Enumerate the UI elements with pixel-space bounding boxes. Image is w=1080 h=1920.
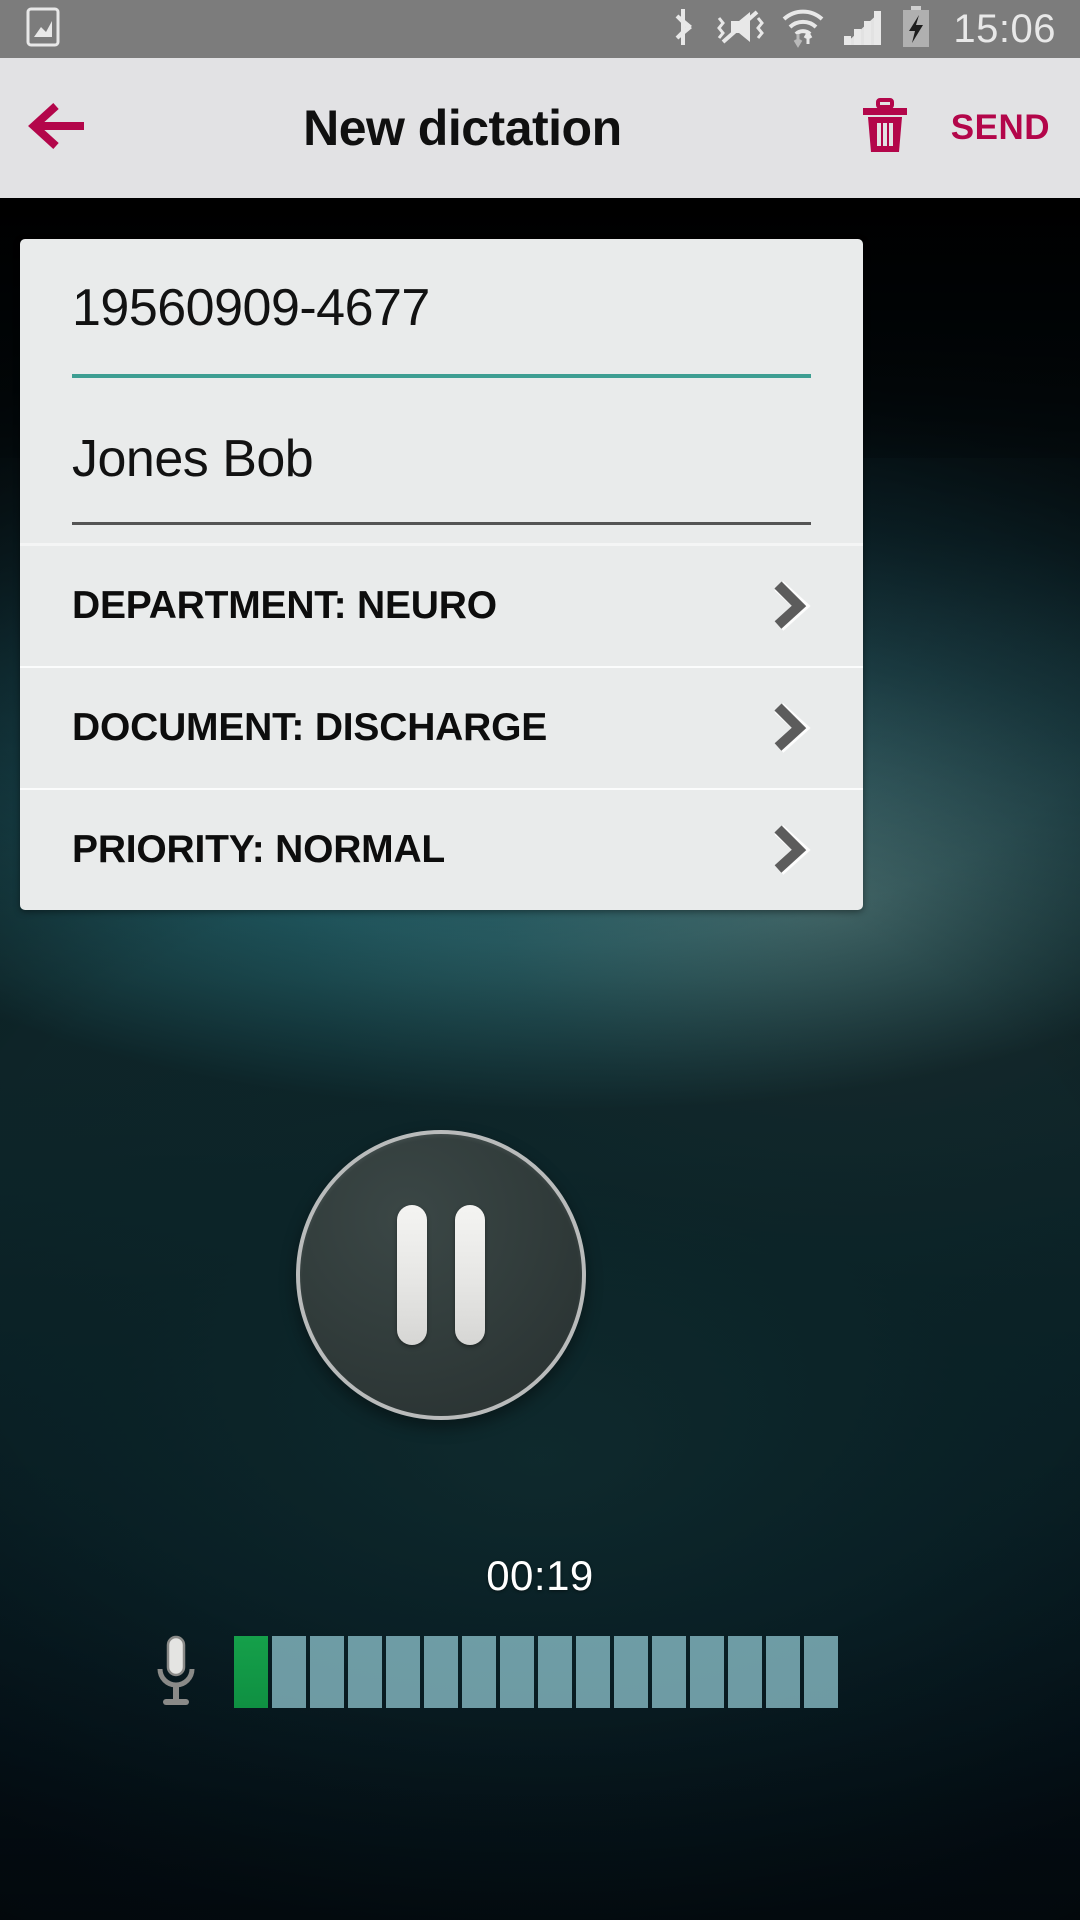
meter-segment	[728, 1636, 762, 1708]
signal-icon	[841, 6, 885, 53]
pause-icon-bar-left	[397, 1205, 427, 1345]
microphone-icon	[150, 1633, 202, 1711]
wifi-icon	[780, 6, 826, 53]
app-screen: 15:06 New dictation SEND 19560909-4677 J…	[0, 0, 1080, 1920]
row-department[interactable]: DEPARTMENT: NEURO	[20, 546, 863, 666]
row-department-label: DEPARTMENT: NEURO	[72, 584, 497, 628]
meter-segment	[576, 1636, 610, 1708]
battery-charging-icon	[900, 5, 932, 54]
send-button[interactable]: SEND	[937, 108, 1080, 148]
meter-segment	[614, 1636, 648, 1708]
patient-id-field[interactable]: 19560909-4677	[20, 239, 863, 396]
meter-segment	[690, 1636, 724, 1708]
status-bar: 15:06	[0, 0, 1080, 58]
chevron-right-icon	[767, 702, 811, 754]
row-document-label: DOCUMENT: DISCHARGE	[72, 706, 548, 750]
patient-name-field[interactable]: Jones Bob	[20, 396, 863, 544]
arrow-back-icon	[28, 98, 90, 159]
page-title: New dictation	[303, 100, 622, 156]
meter-segment	[310, 1636, 344, 1708]
row-priority-label: PRIORITY: NORMAL	[72, 828, 446, 872]
row-priority[interactable]: PRIORITY: NORMAL	[20, 790, 863, 910]
audio-level-meter	[234, 1636, 838, 1708]
meter-segment	[538, 1636, 572, 1708]
meter-segment	[500, 1636, 534, 1708]
meter-segment	[652, 1636, 686, 1708]
bluetooth-icon	[668, 6, 698, 53]
meter-segment	[462, 1636, 496, 1708]
patient-name-value[interactable]: Jones Bob	[72, 396, 811, 523]
screenshot-icon	[26, 7, 60, 52]
status-bar-left	[0, 7, 60, 52]
record-pause-button[interactable]	[296, 1130, 586, 1420]
action-bar: New dictation SEND	[0, 58, 1080, 198]
trash-icon	[859, 97, 911, 160]
status-bar-clock: 15:06	[953, 6, 1056, 51]
meter-segment	[386, 1636, 420, 1708]
pause-icon-bar-right	[455, 1205, 485, 1345]
meter-segment	[804, 1636, 838, 1708]
meter-segment	[766, 1636, 800, 1708]
audio-level-meter-row	[0, 1633, 1080, 1711]
chevron-right-icon	[767, 824, 811, 876]
delete-button[interactable]	[833, 58, 937, 198]
elapsed-time: 00:19	[486, 1552, 594, 1599]
meter-segment	[348, 1636, 382, 1708]
row-document[interactable]: DOCUMENT: DISCHARGE	[20, 668, 863, 788]
silent-vibrate-icon	[713, 6, 765, 53]
dictation-form-card: 19560909-4677 Jones Bob DEPARTMENT: NEUR…	[20, 239, 863, 911]
chevron-right-icon	[767, 580, 811, 632]
patient-id-value[interactable]: 19560909-4677	[72, 239, 811, 374]
meter-segment	[272, 1636, 306, 1708]
meter-segment	[234, 1636, 268, 1708]
meter-segment	[424, 1636, 458, 1708]
status-bar-right: 15:06	[668, 5, 1080, 54]
